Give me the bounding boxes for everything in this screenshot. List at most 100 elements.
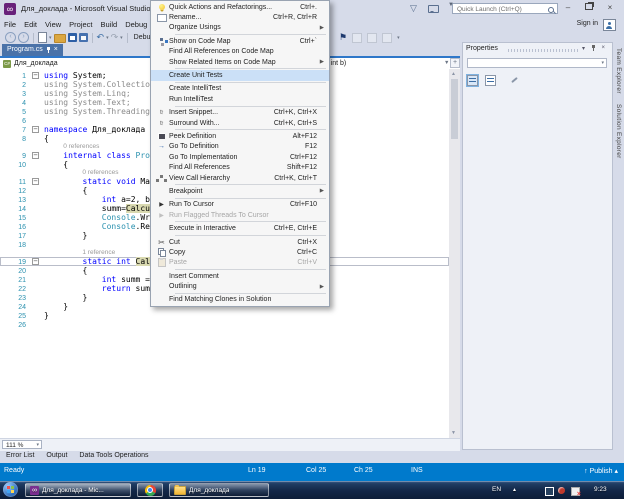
toolbar-overflow-icon[interactable]: ▾ <box>397 35 400 41</box>
uncomment-icon[interactable] <box>367 33 377 43</box>
minimize-button[interactable]: – <box>560 2 576 14</box>
code-token <box>44 151 63 160</box>
scrollbar-thumb[interactable] <box>451 79 458 139</box>
context-menu-item-organize-usings[interactable]: Organize Usings▶ <box>151 23 329 33</box>
context-menu-item-copy[interactable]: CopyCtrl+C <box>151 247 329 257</box>
context-menu-item-insert-snippet[interactable]: Insert Snippet...Ctrl+K, Ctrl+X <box>151 108 329 118</box>
feedback-filter-icon[interactable]: ▽ <box>410 3 417 14</box>
new-item-dropdown-icon[interactable]: ▾ <box>49 35 52 41</box>
split-editor-icon[interactable]: + <box>450 58 460 68</box>
context-menu-item-insert-comment[interactable]: Insert Comment <box>151 271 329 281</box>
scroll-up-icon[interactable]: ▲ <box>451 71 456 77</box>
open-files-dropdown-icon[interactable]: ▼ <box>448 2 454 8</box>
context-menu-item-execute-in-interactive[interactable]: Execute in InteractiveCtrl+E, Ctrl+E <box>151 223 329 233</box>
tab-program-cs[interactable]: Program.cs × <box>2 44 63 56</box>
redo-dropdown-icon[interactable]: ▾ <box>120 35 123 41</box>
send-feedback-icon[interactable] <box>428 5 439 13</box>
taskbar-clock[interactable]: 9:23 <box>594 486 607 493</box>
undo-dropdown-icon[interactable]: ▾ <box>106 35 109 41</box>
context-menu-item-surround-with[interactable]: Surround With...Ctrl+K, Ctrl+S <box>151 118 329 128</box>
panel-close-icon[interactable]: × <box>601 45 605 51</box>
context-menu-item-cut[interactable]: CutCtrl+X <box>151 237 329 247</box>
properties-object-dropdown[interactable] <box>467 58 607 68</box>
restore-button[interactable] <box>581 2 597 14</box>
start-button[interactable] <box>3 482 18 497</box>
context-menu-item-peek-definition[interactable]: Peek DefinitionAlt+F12 <box>151 131 329 141</box>
collapse-region-icon[interactable]: − <box>32 178 39 185</box>
new-item-icon[interactable] <box>38 32 47 43</box>
collapse-region-icon[interactable]: − <box>32 126 39 133</box>
navigate-back-icon[interactable]: ‹ <box>5 32 16 43</box>
user-avatar-icon[interactable] <box>603 19 616 31</box>
context-menu-item-find-all-references-on-code-map[interactable]: Find All References on Code Map <box>151 47 329 57</box>
tool-window-tab-output[interactable]: Output <box>40 451 73 460</box>
context-menu-item-create-unit-tests[interactable]: Create Unit Tests <box>151 70 329 80</box>
language-indicator[interactable]: EN <box>492 486 501 493</box>
context-menu-item-create-intellitest[interactable]: Create IntelliTest <box>151 84 329 94</box>
side-tab-solution-explorer[interactable]: Solution Explorer <box>615 104 622 159</box>
context-menu-item-go-to-implementation[interactable]: Go To ImplementationCtrl+F12 <box>151 152 329 162</box>
pin-icon[interactable] <box>47 47 50 53</box>
property-pages-icon[interactable] <box>510 76 519 85</box>
scroll-down-icon[interactable]: ▼ <box>451 430 456 436</box>
context-menu-item-find-all-references[interactable]: Find All ReferencesShift+F12 <box>151 162 329 172</box>
collapse-region-icon[interactable]: − <box>32 152 39 159</box>
taskbar-item-explorer[interactable]: Для_доклада <box>169 483 269 497</box>
project-dropdown[interactable]: Для_доклада <box>14 60 58 67</box>
show-hidden-icons-icon[interactable]: ▲ <box>512 487 517 493</box>
redo-icon[interactable]: ↷ <box>111 32 119 43</box>
publish-button[interactable]: ↑ Publish ▴ <box>584 467 618 475</box>
menu-view[interactable]: View <box>41 18 65 31</box>
menu-build[interactable]: Build <box>97 18 122 31</box>
editor-vertical-scrollbar[interactable]: + ▲ ▼ <box>449 69 460 438</box>
tray-window-icon[interactable] <box>545 487 554 496</box>
open-file-icon[interactable] <box>54 34 66 43</box>
collapse-region-icon[interactable]: − <box>32 258 39 265</box>
tray-action-center-icon[interactable] <box>571 487 580 496</box>
alphabetical-view-icon[interactable] <box>485 75 496 86</box>
context-menu-item-show-on-code-map[interactable]: Show on Code MapCtrl+` <box>151 36 329 46</box>
context-menu-item-go-to-definition[interactable]: Go To DefinitionF12 <box>151 142 329 152</box>
menu-item-label: Find All References on Code Map <box>169 48 317 55</box>
side-tab-team-explorer[interactable]: Team Explorer <box>615 48 622 94</box>
context-menu-item-outlining[interactable]: Outlining▶ <box>151 281 329 291</box>
window-position-dropdown-icon[interactable]: ▾ <box>582 45 585 52</box>
member-dropdown-arrow-icon[interactable]: ▼ <box>444 60 449 66</box>
context-menu-item-run-intellitest[interactable]: Run IntelliTest <box>151 94 329 104</box>
collapse-region-icon[interactable]: − <box>32 72 39 79</box>
tool-window-tab-error-list[interactable]: Error List <box>0 451 40 460</box>
close-button[interactable]: × <box>602 2 618 14</box>
menu-project[interactable]: Project <box>65 18 96 31</box>
taskbar-item-visual-studio[interactable]: ∞ Для_доклада - Mic... <box>25 483 131 497</box>
auto-hide-pin-icon[interactable] <box>592 45 595 53</box>
save-icon[interactable] <box>68 33 77 42</box>
editor-horizontal-scrollbar[interactable]: 111 % <box>0 438 460 451</box>
tab-close-icon[interactable]: × <box>54 44 58 56</box>
context-menu-item-rename[interactable]: Rename...Ctrl+R, Ctrl+R <box>151 12 329 22</box>
taskbar-item-chrome[interactable] <box>137 483 163 497</box>
editor-zoom-dropdown[interactable]: 111 % <box>2 440 42 449</box>
tray-app-icon[interactable] <box>558 487 565 494</box>
context-menu-item-breakpoint[interactable]: Breakpoint▶ <box>151 186 329 196</box>
menu-edit[interactable]: Edit <box>20 18 41 31</box>
indent-icon[interactable] <box>382 33 392 43</box>
menu-file[interactable]: File <box>0 18 20 31</box>
code-line-26[interactable]: 26 <box>0 320 449 329</box>
context-menu-item-run-to-cursor[interactable]: Run To CursorCtrl+F10 <box>151 200 329 210</box>
menu-debug[interactable]: Debug <box>121 18 151 31</box>
undo-icon[interactable]: ↶ <box>97 32 105 43</box>
context-menu-item-view-call-hierarchy[interactable]: View Call HierarchyCtrl+K, Ctrl+T <box>151 173 329 183</box>
save-all-icon[interactable] <box>79 33 88 42</box>
bookmark-flag-icon[interactable]: ⚑ <box>339 32 347 43</box>
context-menu-item-show-related-items-on-code-map[interactable]: Show Related Items on Code Map▶ <box>151 57 329 67</box>
navigate-forward-icon[interactable]: › <box>18 32 29 43</box>
quick-launch-input[interactable]: Quick Launch (Ctrl+Q) <box>452 3 558 14</box>
code-line-25[interactable]: 25} <box>0 311 449 320</box>
comment-icon[interactable] <box>352 33 362 43</box>
context-menu-item-quick-actions-and-refactorings[interactable]: Quick Actions and Refactorings...Ctrl+. <box>151 2 329 12</box>
properties-header[interactable]: Properties ▾ × <box>466 45 609 56</box>
sign-in-link[interactable]: Sign in <box>577 20 598 27</box>
tool-window-tab-data-tools-operations[interactable]: Data Tools Operations <box>73 451 154 460</box>
context-menu-item-find-matching-clones-in-solution[interactable]: Find Matching Clones in Solution <box>151 295 329 305</box>
categorized-view-icon[interactable] <box>467 75 478 86</box>
